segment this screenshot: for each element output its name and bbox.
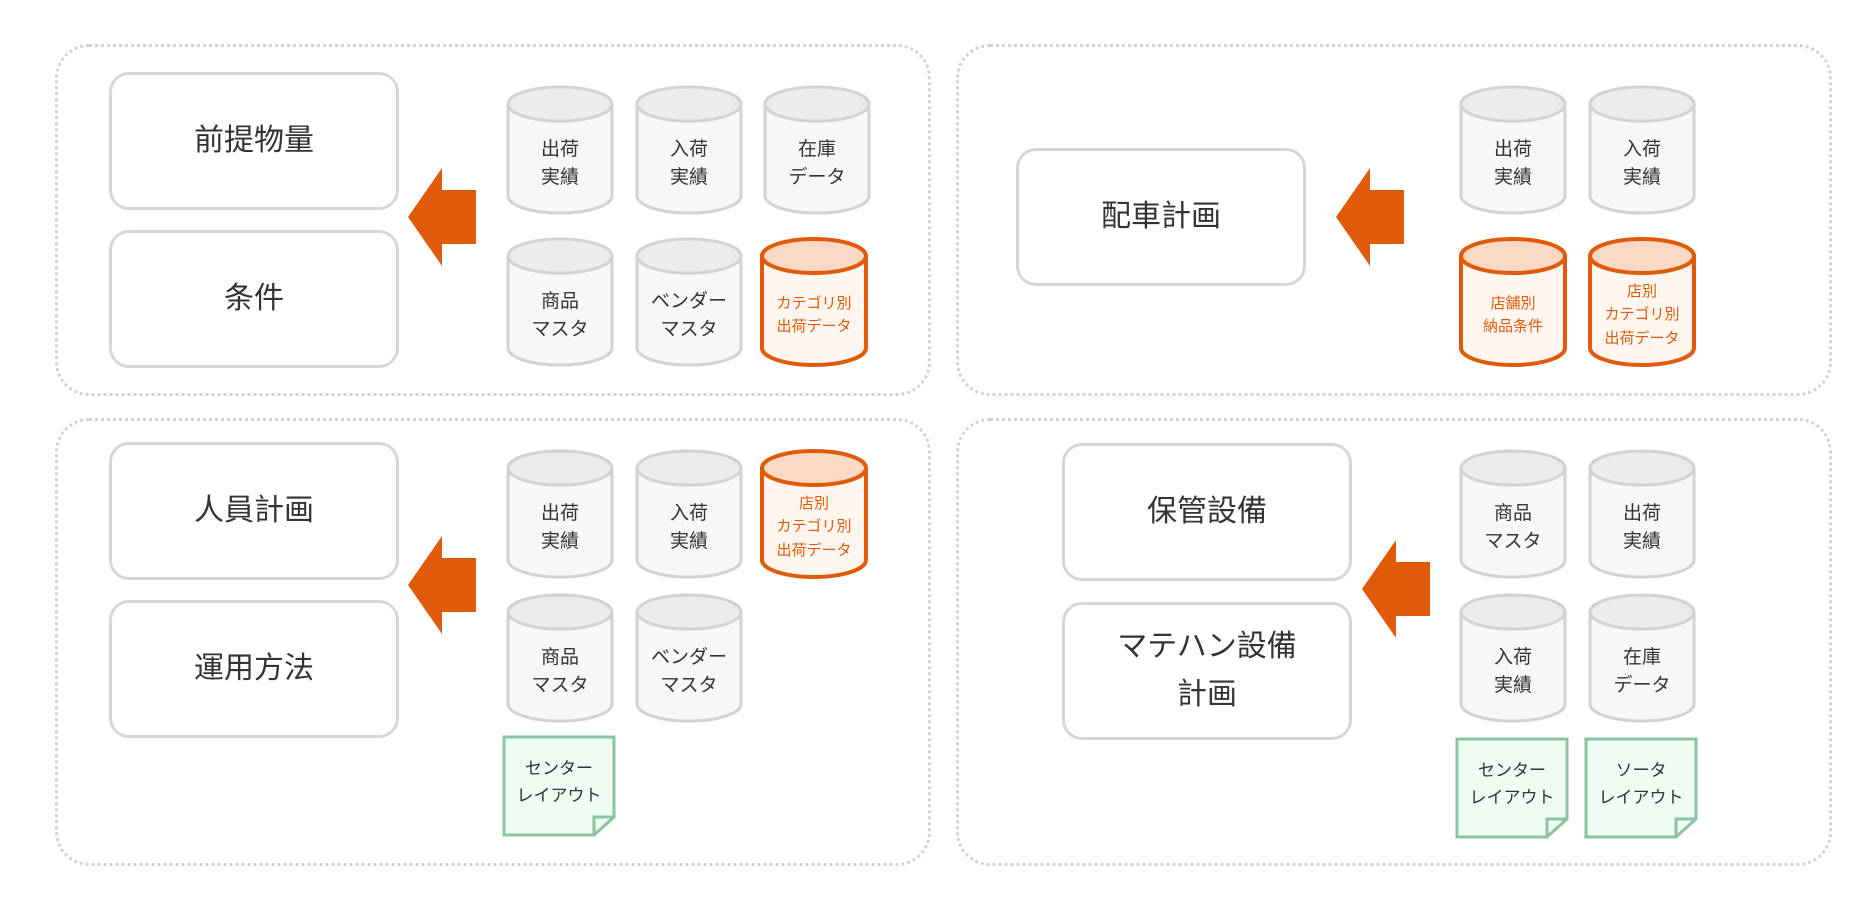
database-source: ベンダー マスタ [634,592,744,724]
arrow-left-icon [1362,540,1430,638]
source-label: 出荷 実績 [540,501,579,553]
source-label: 在庫 データ [1613,645,1671,697]
source-label: センター レイアウト [516,758,602,806]
database-source: 入荷 実績 [1458,592,1568,724]
database-source: 店舗別 納品条件 [1458,236,1568,368]
database-source: 在庫 データ [1587,592,1697,724]
database-source: 店別 カテゴリ別 出荷データ [1587,236,1697,368]
output-box: 運用方法 [109,600,399,738]
database-source: 商品 マスタ [505,236,615,368]
arrow-left-icon [408,536,476,634]
output-box: マテハン設備 計画 [1062,602,1352,740]
source-label: 商品 マスタ [1484,501,1542,553]
arrow-left-icon [408,168,476,266]
source-label: 入荷 実績 [1493,645,1532,697]
output-box: 配車計画 [1016,148,1306,286]
source-label: センター レイアウト [1469,760,1555,808]
document-source: センター レイアウト [502,735,616,837]
source-label: 店別 カテゴリ別 出荷データ [1604,282,1680,347]
database-source: 店別 カテゴリ別 出荷データ [759,448,869,580]
database-source: 出荷 実績 [1587,448,1697,580]
database-source: 入荷 実績 [634,448,744,580]
database-source: ベンダー マスタ [634,236,744,368]
output-box: 条件 [109,230,399,368]
source-label: カテゴリ別 出荷データ [776,293,852,335]
document-source: センター レイアウト [1455,737,1569,839]
output-box: 保管設備 [1062,443,1352,581]
database-source: カテゴリ別 出荷データ [759,236,869,368]
document-source: ソータ レイアウト [1584,737,1698,839]
output-box: 前提物量 [109,72,399,210]
source-label: 入荷 実績 [1622,137,1661,189]
database-source: 出荷 実績 [505,448,615,580]
output-box: 人員計画 [109,442,399,580]
source-label: 入荷 実績 [669,501,708,553]
database-source: 在庫 データ [762,84,872,216]
source-label: 店別 カテゴリ別 出荷データ [776,494,852,559]
source-label: 出荷 実績 [1622,501,1661,553]
source-label: 在庫 データ [788,137,846,189]
source-label: ベンダー マスタ [650,289,727,341]
database-source: 入荷 実績 [634,84,744,216]
database-source: 入荷 実績 [1587,84,1697,216]
source-label: 出荷 実績 [1493,137,1532,189]
database-source: 出荷 実績 [505,84,615,216]
database-source: 商品 マスタ [1458,448,1568,580]
source-label: 出荷 実績 [540,137,579,189]
source-label: 商品 マスタ [531,289,589,341]
source-label: ソータ レイアウト [1598,760,1684,808]
arrow-left-icon [1336,168,1404,266]
source-label: ベンダー マスタ [650,645,727,697]
database-source: 出荷 実績 [1458,84,1568,216]
source-label: 商品 マスタ [531,645,589,697]
source-label: 店舗別 納品条件 [1482,293,1543,335]
database-source: 商品 マスタ [505,592,615,724]
source-label: 入荷 実績 [669,137,708,189]
